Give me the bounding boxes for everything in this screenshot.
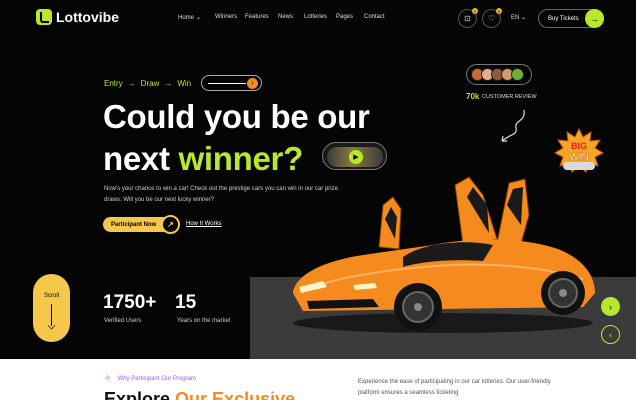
section-title-b: Our Exclusive — [175, 389, 296, 400]
progress-line — [208, 83, 246, 84]
section-title: Explore Our Exclusive — [104, 389, 295, 400]
video-play-pill[interactable]: ▶ — [322, 142, 387, 170]
nav-item-lotteries[interactable]: Lotteries — [304, 14, 336, 21]
customer-avatars — [466, 64, 532, 85]
review-label: CUSTOMER REVIEW — [482, 94, 537, 100]
cart-button[interactable]: ⊡ 0 — [458, 8, 478, 28]
curved-arrow-icon — [501, 109, 525, 142]
eyebrow-text: Why Participant Our Program — [117, 375, 196, 382]
chevron-left-icon: ‹ — [609, 329, 612, 340]
headline-line-1: Could you be our — [103, 98, 370, 135]
scroll-label: Scroll — [43, 293, 59, 299]
nav-item-home[interactable]: Home ⌄ — [178, 14, 215, 21]
headline-highlight: winner? — [178, 140, 304, 177]
heart-icon: ♡ — [487, 14, 496, 23]
sparkle-icon: ✧ — [104, 373, 112, 383]
step-win: Win — [177, 79, 192, 88]
stat-value-users: 1750+ — [103, 292, 157, 313]
slider-prev-button[interactable]: ‹ — [601, 325, 620, 344]
big-win-badge: BIG WIN — [554, 128, 604, 173]
nav-item-contact[interactable]: Contact — [364, 14, 394, 21]
arrow-right-icon: → — [127, 79, 136, 88]
orange-sports-car-image — [293, 176, 595, 333]
stat-label-years: Years on the market — [177, 318, 231, 324]
page: Lottovibe Home ⌄ Winners Features News Lo… — [0, 0, 636, 400]
cart-badge: 0 — [472, 8, 478, 14]
section-description: Experience the ease of participating in … — [358, 379, 551, 396]
chevron-down-icon: ⌄ — [196, 15, 202, 21]
main-nav: Home ⌄ Winners Features News Lotteries Pa… — [178, 14, 394, 21]
wishlist-badge: 0 — [496, 8, 502, 14]
chevron-right-icon: › — [609, 301, 612, 312]
step-draw: Draw — [140, 79, 160, 88]
logo[interactable]: Lottovibe — [36, 9, 119, 25]
avatar — [511, 68, 524, 81]
chevron-down-icon: ⌄ — [521, 15, 527, 21]
arrow-down-head — [47, 321, 56, 330]
nav-item-pages[interactable]: Pages — [336, 14, 364, 21]
arrow-right-icon: › — [247, 78, 258, 89]
language-label: EN — [511, 15, 520, 21]
nav-label: Home — [178, 15, 195, 21]
participate-now-button[interactable]: Participant Now ↗ — [103, 215, 180, 234]
headline-line-2a: next — [103, 140, 170, 177]
section-eyebrow: ✧ Why Participant Our Program — [104, 373, 196, 384]
badge-bottom-text: WIN — [569, 152, 588, 163]
slider-next-button[interactable]: › — [601, 297, 620, 316]
scroll-down-button[interactable]: Scroll — [33, 274, 70, 342]
nav-item-features[interactable]: Features — [245, 14, 278, 21]
site-header: Lottovibe Home ⌄ Winners Features News Lo… — [0, 0, 636, 36]
play-icon: ▶ — [349, 150, 363, 164]
steps-progress-pill[interactable]: › — [201, 75, 262, 91]
stat-label-users: Verified Users — [104, 318, 142, 324]
cart-icon: ⊡ — [464, 14, 471, 23]
buy-tickets-label: Buy Tickets — [548, 15, 579, 22]
review-count: 70k — [466, 92, 480, 101]
nav-item-winners[interactable]: Winners — [215, 14, 245, 21]
section-title-a: Explore — [104, 389, 171, 400]
language-selector[interactable]: EN ⌄ — [511, 14, 526, 21]
steps-row: Entry → Draw → Win — [104, 79, 191, 88]
arrow-right-icon: → — [585, 9, 604, 28]
arrow-right-icon: → — [164, 79, 173, 88]
logo-icon — [36, 9, 52, 25]
badge-top-text: BIG — [571, 141, 587, 151]
stat-value-years: 15 — [175, 292, 197, 313]
wishlist-button[interactable]: ♡ 0 — [482, 8, 502, 28]
step-entry: Entry — [104, 79, 123, 88]
arrow-up-right-icon: ↗ — [161, 215, 180, 234]
buy-tickets-button[interactable]: Buy Tickets → — [538, 9, 604, 28]
logo-text: Lottovibe — [56, 9, 119, 25]
participate-label: Participant Now — [111, 221, 157, 228]
nav-item-news[interactable]: News — [278, 14, 304, 21]
how-it-works-link[interactable]: How It Works — [186, 221, 222, 227]
